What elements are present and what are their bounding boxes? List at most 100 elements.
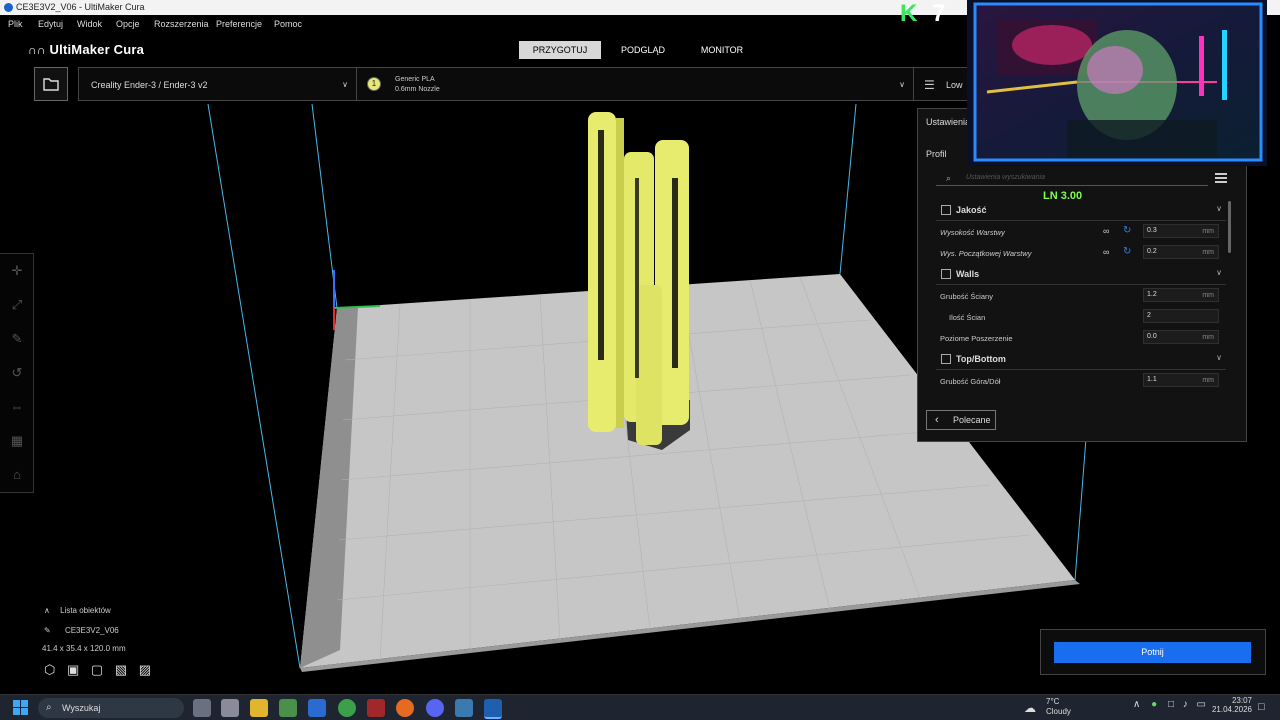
menu-item-file[interactable]: Plik	[8, 15, 23, 34]
setting-unit: mm	[1202, 292, 1214, 299]
file-explorer-icon[interactable]	[250, 699, 268, 717]
chevron-up-icon[interactable]: ∧	[1133, 699, 1140, 710]
setting-label: Wysokość Warstwy	[940, 228, 1005, 237]
app-icon-2[interactable]	[308, 699, 326, 717]
category-quality[interactable]: Jakość ∨	[936, 202, 1226, 221]
menu-item-view[interactable]: Widok	[77, 15, 102, 34]
reset-icon[interactable]: ↻	[1123, 225, 1131, 236]
menu-item-edit[interactable]: Edytuj	[38, 15, 63, 34]
mirror-icon[interactable]: ⇔	[9, 399, 25, 415]
tab-monitor[interactable]: MONITOR	[683, 41, 761, 59]
menu-item-extensions[interactable]: Rozszerzenia	[154, 15, 209, 34]
speaker-icon[interactable]: ♪	[1183, 699, 1188, 710]
model-ce3e3v2[interactable]	[588, 112, 690, 450]
category-walls[interactable]: Walls ∨	[936, 266, 1226, 285]
windows-start-icon[interactable]	[13, 700, 29, 716]
object-list-toggle[interactable]: ∧ Lista obiektów	[44, 606, 111, 615]
link-icon[interactable]: ∞	[1103, 226, 1109, 236]
horizontal-expansion-input[interactable]: 0.0 mm	[1143, 330, 1219, 344]
category-topbottom-label: Top/Bottom	[956, 354, 1006, 364]
settings-header: Ustawienia	[926, 117, 971, 127]
view-left-icon[interactable]: ▧	[115, 662, 127, 677]
taskbar-clock[interactable]: 23:07 21.04.2026	[1208, 696, 1252, 714]
chrome-icon[interactable]	[338, 699, 356, 717]
setting-label: Wys. Początkowej Warstwy	[940, 249, 1032, 258]
cura-taskbar-icon[interactable]	[484, 699, 502, 719]
move-icon[interactable]: ✛	[9, 263, 25, 279]
settings-search[interactable]: ⌕ Ustawienia wyszukiwania	[936, 171, 1208, 186]
topbottom-thickness-input[interactable]: 1.1 mm	[1143, 373, 1219, 387]
ln-overlay-text: LN 3.00	[1043, 190, 1083, 202]
logo-mark-icon: ∩∩	[28, 43, 46, 57]
battery-icon[interactable]: ▭	[1197, 699, 1206, 710]
slice-panel: Potnij	[1040, 629, 1266, 675]
setting-topbottom-thickness: Grubość Góra/Dół 1.1 mm	[940, 373, 1220, 389]
app-icon-1[interactable]	[221, 699, 239, 717]
object-list-header: Lista obiektów	[60, 606, 111, 615]
support-blocker-icon[interactable]: ⌂	[9, 467, 25, 483]
view-buttons: ⬡ ▣ ▢ ▧ ▨	[44, 662, 151, 678]
category-topbottom[interactable]: Top/Bottom ∨	[936, 351, 1226, 370]
app-icon-3[interactable]	[367, 699, 385, 717]
stream-logo: K 7	[900, 0, 964, 28]
per-model-settings-icon[interactable]: ▦	[9, 433, 25, 449]
setting-value: 0.0	[1147, 333, 1157, 340]
menu-item-options[interactable]: Opcje	[116, 15, 140, 34]
weather-desc: Cloudy	[1046, 707, 1071, 716]
setting-label: Grubość Góra/Dół	[940, 377, 1001, 386]
initial-layer-input[interactable]: 0.2 mm	[1143, 245, 1219, 259]
printer-name: Creality Ender-3 / Ender-3 v2	[91, 80, 208, 90]
tab-preview[interactable]: PODGLĄD	[603, 41, 683, 59]
layer-height-input[interactable]: 0.3 mm	[1143, 224, 1219, 238]
stream-logo-number: 7	[932, 0, 946, 27]
link-icon[interactable]: ∞	[1103, 247, 1109, 257]
tab-prepare[interactable]: PRZYGOTUJ	[519, 41, 601, 59]
material-selector[interactable]: 1 Generic PLA 0.6mm Nozzle ∨	[357, 67, 914, 101]
printer-selector[interactable]: Creality Ender-3 / Ender-3 v2 ∨	[78, 67, 357, 101]
cloud-icon: ☁	[1024, 701, 1036, 715]
print-settings-selector[interactable]: ☰ Low	[914, 67, 974, 101]
nozzle-size: 0.6mm Nozzle	[395, 86, 440, 93]
setting-label: Poziome Poszerzenie	[940, 334, 1013, 343]
taskbar-search-label: Wyszukaj	[62, 703, 101, 713]
slice-button[interactable]: Potnij	[1054, 642, 1251, 663]
settings-menu-icon[interactable]	[1215, 173, 1227, 183]
reset-icon[interactable]: ↻	[1123, 246, 1131, 257]
rotate-icon[interactable]: ✎	[9, 331, 25, 347]
view-front-icon[interactable]: ▣	[67, 662, 79, 677]
webcam-overlay	[967, 0, 1267, 166]
view-top-icon[interactable]: ▢	[91, 662, 103, 677]
undo-rotate-icon[interactable]: ↺	[9, 365, 25, 381]
quality-icon	[941, 205, 951, 215]
scale-icon[interactable]: ⤢	[9, 297, 25, 313]
taskbar-search[interactable]: ⌕ Wyszukaj	[38, 698, 184, 718]
photos-icon[interactable]	[455, 699, 473, 717]
setting-unit: mm	[1202, 377, 1214, 384]
notification-icon[interactable]: □	[1258, 701, 1265, 713]
view-3d-icon[interactable]: ⬡	[44, 662, 55, 677]
object-name-row[interactable]: ✎ CE3E3V2_V06	[44, 626, 119, 635]
wall-count-input[interactable]: 2	[1143, 309, 1219, 323]
task-view-icon[interactable]	[193, 699, 211, 717]
open-file-button[interactable]	[34, 67, 68, 101]
firefox-icon[interactable]	[396, 699, 414, 717]
view-right-icon[interactable]: ▨	[139, 662, 151, 677]
wall-thickness-input[interactable]: 1.2 mm	[1143, 288, 1219, 302]
store-icon[interactable]	[279, 699, 297, 717]
window-title: CE3E3V2_V06 - UltiMaker Cura	[16, 2, 145, 12]
menu-item-preferences[interactable]: Preferencje	[216, 15, 262, 34]
search-icon: ⌕	[46, 702, 52, 713]
recommended-label: Polecane	[953, 415, 991, 425]
menu-item-help[interactable]: Pomoc	[274, 15, 302, 34]
network-icon[interactable]: □	[1168, 699, 1174, 710]
search-icon: ⌕	[946, 173, 952, 183]
recommended-button[interactable]: ‹ Polecane	[926, 410, 996, 430]
setting-label: Ilość Ścian	[949, 313, 986, 322]
settings-scrollbar[interactable]	[1228, 201, 1231, 253]
discord-icon[interactable]	[426, 699, 444, 717]
topbottom-icon	[941, 354, 951, 364]
weather-temp: 7°C	[1046, 697, 1060, 706]
microphone-icon[interactable]: ●	[1151, 699, 1157, 710]
setting-label: Grubość Ściany	[940, 292, 993, 301]
profile-label: Profil	[926, 149, 947, 159]
